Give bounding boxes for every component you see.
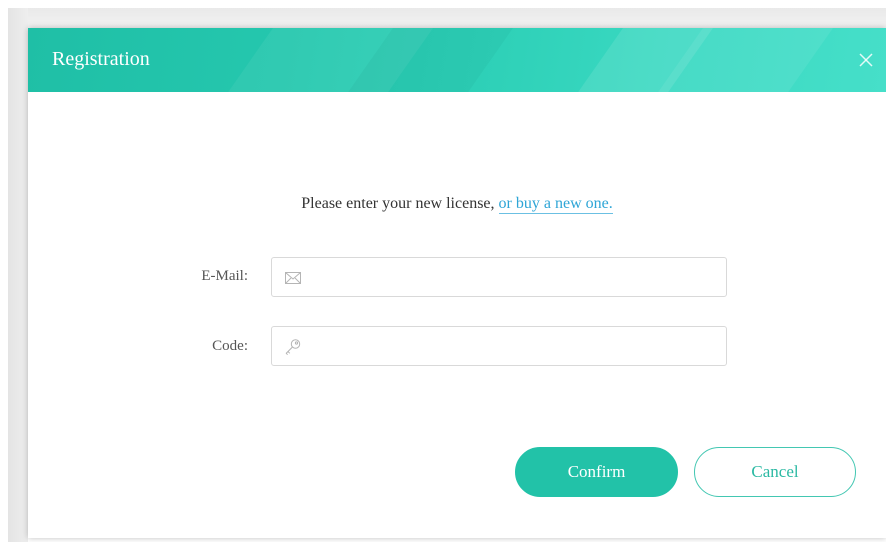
email-label: E-Mail: bbox=[201, 268, 248, 284]
key-icon bbox=[285, 339, 301, 356]
dialog-titlebar: Registration bbox=[28, 28, 886, 92]
license-prompt-text: Please enter your new license, bbox=[301, 195, 499, 212]
background-window-left bbox=[8, 8, 28, 542]
code-input[interactable] bbox=[312, 333, 716, 361]
close-button[interactable] bbox=[852, 46, 880, 74]
close-icon bbox=[859, 53, 873, 67]
code-field-box[interactable] bbox=[271, 326, 727, 366]
cancel-button[interactable]: Cancel bbox=[694, 447, 856, 497]
envelope-icon bbox=[285, 272, 301, 284]
confirm-button[interactable]: Confirm bbox=[515, 447, 678, 497]
email-input[interactable] bbox=[312, 264, 716, 292]
registration-dialog: Registration Please enter your new licen… bbox=[28, 28, 886, 538]
code-label: Code: bbox=[212, 338, 248, 354]
dialog-title: Registration bbox=[52, 48, 150, 70]
background-window-top bbox=[8, 8, 886, 30]
license-prompt: Please enter your new license, or buy a … bbox=[28, 194, 886, 214]
email-field-box[interactable] bbox=[271, 257, 727, 297]
buy-license-link[interactable]: or buy a new one. bbox=[498, 195, 613, 214]
